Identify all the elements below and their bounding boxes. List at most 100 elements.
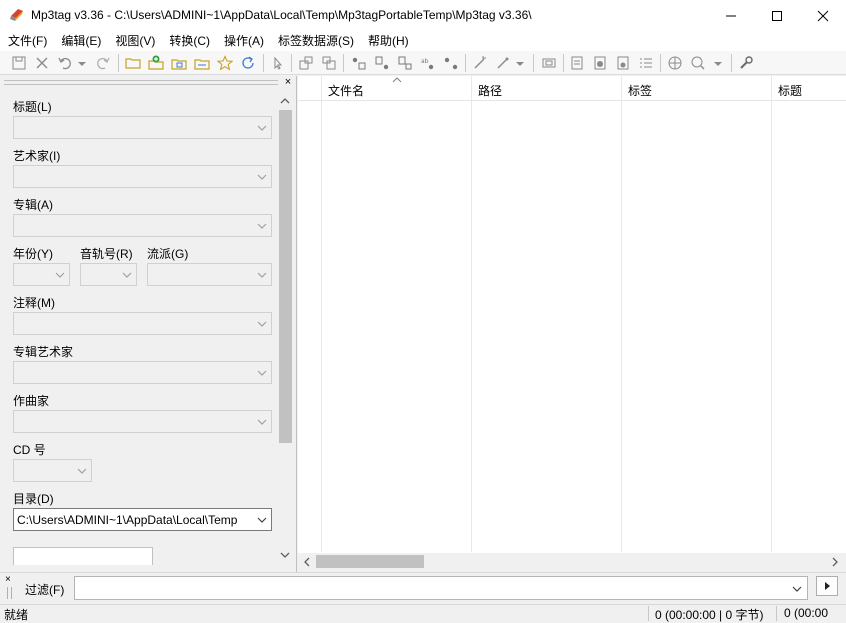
menu-help[interactable]: 帮助(H) <box>361 31 416 51</box>
artist-field-label: 艺术家(I) <box>13 149 61 163</box>
play-icon <box>825 582 830 590</box>
redo-icon <box>97 57 110 70</box>
chevron-down-icon <box>122 272 132 278</box>
scroll-left-icon[interactable] <box>302 556 312 568</box>
filter-grip[interactable] <box>7 587 12 599</box>
genre-field[interactable] <box>147 263 272 286</box>
actions-dropdown-button[interactable] <box>514 54 526 72</box>
chevron-down-icon <box>257 370 267 376</box>
select-all-button[interactable] <box>268 54 286 72</box>
scroll-down-icon[interactable] <box>279 550 291 560</box>
chevron-down-icon <box>714 62 722 66</box>
remove-tag-button[interactable] <box>33 54 51 72</box>
toolbar-separator <box>660 54 661 72</box>
menu-file[interactable]: 文件(F) <box>0 31 54 51</box>
undo-button[interactable] <box>56 54 74 72</box>
disc-field[interactable] <box>13 459 92 482</box>
redo-button[interactable] <box>94 54 112 72</box>
file-list-scroll-thumb[interactable] <box>316 555 424 568</box>
menu-edit[interactable]: 编辑(E) <box>54 31 108 51</box>
album-artist-field-label: 专辑艺术家 <box>13 345 74 359</box>
tag-filename-icon <box>299 56 313 70</box>
scroll-up-icon[interactable] <box>279 96 291 106</box>
composer-field[interactable] <box>13 410 272 433</box>
menu-convert[interactable]: 转换(C) <box>162 31 217 51</box>
maximize-button[interactable] <box>754 0 800 31</box>
column-divider[interactable] <box>321 76 322 552</box>
menu-bar: 文件(F) 编辑(E) 视图(V) 转换(C) 操作(A) 标签数据源(S) 帮… <box>0 31 846 51</box>
file-list-header <box>298 76 846 101</box>
convert-text-tag-button[interactable] <box>373 54 391 72</box>
column-divider[interactable] <box>471 76 472 552</box>
web-search-button[interactable] <box>689 54 707 72</box>
options-button[interactable] <box>737 54 755 72</box>
menu-tag-sources[interactable]: 标签数据源(S) <box>271 31 361 51</box>
extended-tags-button[interactable] <box>540 54 558 72</box>
web-sources-dropdown-button[interactable] <box>712 54 724 72</box>
open-folder-button[interactable] <box>193 54 211 72</box>
chevron-down-icon <box>55 272 65 278</box>
column-divider[interactable] <box>771 76 772 552</box>
column-path[interactable]: 路径 <box>478 82 502 99</box>
filter-apply-button[interactable] <box>816 576 838 596</box>
file-list[interactable] <box>298 76 846 553</box>
column-divider[interactable] <box>621 76 622 552</box>
column-tag[interactable]: 标签 <box>628 82 652 99</box>
filter-input[interactable] <box>74 576 808 600</box>
year-field[interactable] <box>13 263 70 286</box>
chevron-down-icon <box>792 586 802 592</box>
export-button[interactable] <box>568 54 586 72</box>
filter-close-icon[interactable]: × <box>5 575 11 585</box>
comment-field[interactable] <box>13 312 272 335</box>
track-field[interactable] <box>80 263 137 286</box>
tag-to-filename-button[interactable] <box>297 54 315 72</box>
tag-text-icon <box>398 56 412 70</box>
title-field[interactable] <box>13 116 272 139</box>
column-title[interactable]: 标题 <box>778 82 802 99</box>
directory-field[interactable]: C:\Users\ADMINI~1\AppData\Local\Temp <box>13 508 272 531</box>
convert-tag-tag-button[interactable] <box>350 54 368 72</box>
cover-art-box[interactable] <box>13 547 153 565</box>
column-filename[interactable]: 文件名 <box>328 82 364 99</box>
panel-scroll-thumb[interactable] <box>279 110 292 443</box>
save-button[interactable] <box>10 54 28 72</box>
tag-from-filename-button[interactable] <box>442 54 460 72</box>
chevron-down-icon <box>257 419 267 425</box>
folder-add-icon <box>148 55 164 70</box>
convert-tag-text-button[interactable] <box>396 54 414 72</box>
star-icon <box>217 55 233 71</box>
chevron-down-icon <box>257 272 267 278</box>
playlist-icon <box>594 56 606 70</box>
filename-to-tag-button[interactable] <box>320 54 338 72</box>
menu-view[interactable]: 视图(V) <box>108 31 162 51</box>
undo-dropdown-button[interactable] <box>76 54 88 72</box>
toolbar-separator <box>343 54 344 72</box>
case-conversion-button[interactable]: ab <box>419 54 437 72</box>
album-artist-field[interactable] <box>13 361 272 384</box>
scroll-right-icon[interactable] <box>830 556 840 568</box>
minimize-button[interactable] <box>708 0 754 31</box>
close-button[interactable] <box>800 0 846 31</box>
toolbar-separator <box>533 54 534 72</box>
favorites-button[interactable] <box>216 54 234 72</box>
playlist-button[interactable] <box>591 54 609 72</box>
change-directory-button[interactable] <box>124 54 142 72</box>
toolbar-separator <box>118 54 119 72</box>
toolbar: ab <box>0 51 846 75</box>
list-button[interactable] <box>637 54 655 72</box>
actions-button[interactable] <box>471 54 489 72</box>
web-sources-button[interactable] <box>666 54 684 72</box>
favorite-folder-button[interactable] <box>170 54 188 72</box>
toolbar-separator <box>263 54 264 72</box>
copy-tags-button[interactable] <box>614 54 632 72</box>
panel-grip[interactable] <box>4 80 278 85</box>
wand-sparkle-icon <box>497 57 509 69</box>
album-field[interactable] <box>13 214 272 237</box>
quick-actions-button[interactable] <box>494 54 512 72</box>
refresh-button[interactable] <box>239 54 257 72</box>
add-directory-button[interactable] <box>147 54 165 72</box>
menu-actions[interactable]: 操作(A) <box>217 31 271 51</box>
panel-close-icon[interactable]: × <box>282 76 294 88</box>
composer-field-label: 作曲家 <box>13 394 50 408</box>
artist-field[interactable] <box>13 165 272 188</box>
